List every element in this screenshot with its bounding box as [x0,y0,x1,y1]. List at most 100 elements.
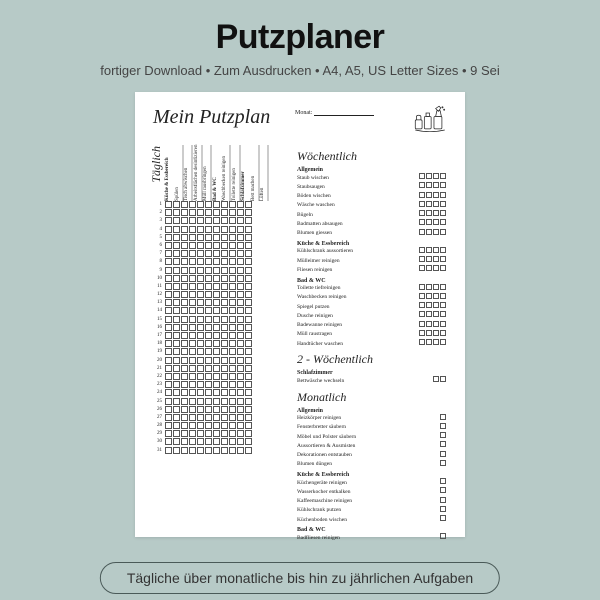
checkbox[interactable] [205,316,212,323]
checkbox[interactable] [181,226,188,233]
checkbox[interactable] [433,210,439,216]
checkbox[interactable] [205,267,212,274]
checkbox[interactable] [245,324,252,331]
checkbox[interactable] [173,275,180,282]
checkbox[interactable] [433,265,439,271]
checkbox[interactable] [419,284,425,290]
checkbox[interactable] [213,226,220,233]
checkbox[interactable] [433,302,439,308]
checkbox[interactable] [165,348,172,355]
checkbox[interactable] [245,201,252,208]
checkbox[interactable] [213,234,220,241]
checkbox[interactable] [221,283,228,290]
checkbox[interactable] [419,330,425,336]
checkbox[interactable] [205,250,212,257]
checkbox[interactable] [197,438,204,445]
checkbox[interactable] [440,219,446,225]
checkbox[interactable] [229,201,236,208]
checkbox[interactable] [229,389,236,396]
checkbox[interactable] [197,365,204,372]
checkbox[interactable] [213,373,220,380]
checkbox[interactable] [440,423,446,429]
checkbox[interactable] [173,357,180,364]
checkbox[interactable] [426,201,432,207]
checkbox[interactable] [229,234,236,241]
checkbox[interactable] [419,201,425,207]
checkbox[interactable] [419,302,425,308]
checkbox[interactable] [245,291,252,298]
checkbox[interactable] [189,430,196,437]
checkbox[interactable] [440,414,446,420]
checkbox[interactable] [237,447,244,454]
checkbox[interactable] [237,348,244,355]
checkbox[interactable] [205,406,212,413]
checkbox[interactable] [419,256,425,262]
checkbox[interactable] [229,357,236,364]
checkbox[interactable] [173,332,180,339]
checkbox[interactable] [229,316,236,323]
checkbox[interactable] [221,389,228,396]
checkbox[interactable] [197,398,204,405]
checkbox[interactable] [245,398,252,405]
checkbox[interactable] [181,307,188,314]
checkbox[interactable] [205,398,212,405]
checkbox[interactable] [181,438,188,445]
checkbox[interactable] [181,447,188,454]
checkbox[interactable] [181,398,188,405]
checkbox[interactable] [419,229,425,235]
checkbox[interactable] [197,275,204,282]
checkbox[interactable] [181,348,188,355]
checkbox[interactable] [433,330,439,336]
checkbox[interactable] [221,234,228,241]
checkbox[interactable] [165,291,172,298]
checkbox[interactable] [440,192,446,198]
checkbox[interactable] [205,365,212,372]
checkbox[interactable] [229,398,236,405]
checkbox[interactable] [426,293,432,299]
checkbox[interactable] [213,316,220,323]
checkbox[interactable] [197,250,204,257]
checkbox[interactable] [440,432,446,438]
checkbox[interactable] [245,430,252,437]
checkbox[interactable] [173,348,180,355]
checkbox[interactable] [221,250,228,257]
checkbox[interactable] [440,293,446,299]
checkbox[interactable] [213,438,220,445]
checkbox[interactable] [205,438,212,445]
checkbox[interactable] [181,316,188,323]
checkbox[interactable] [245,422,252,429]
checkbox[interactable] [221,357,228,364]
checkbox[interactable] [213,299,220,306]
checkbox[interactable] [237,258,244,265]
checkbox[interactable] [165,275,172,282]
checkbox[interactable] [181,234,188,241]
checkbox[interactable] [165,283,172,290]
checkbox[interactable] [245,283,252,290]
checkbox[interactable] [237,283,244,290]
checkbox[interactable] [197,414,204,421]
checkbox[interactable] [181,324,188,331]
checkbox[interactable] [229,291,236,298]
checkbox[interactable] [181,258,188,265]
checkbox[interactable] [165,299,172,306]
checkbox[interactable] [165,234,172,241]
checkbox[interactable] [181,283,188,290]
checkbox[interactable] [433,229,439,235]
checkbox[interactable] [229,242,236,249]
checkbox[interactable] [229,226,236,233]
checkbox[interactable] [426,247,432,253]
checkbox[interactable] [181,414,188,421]
checkbox[interactable] [189,234,196,241]
checkbox[interactable] [440,506,446,512]
checkbox[interactable] [165,389,172,396]
checkbox[interactable] [221,406,228,413]
checkbox[interactable] [173,373,180,380]
checkbox[interactable] [205,217,212,224]
checkbox[interactable] [189,250,196,257]
checkbox[interactable] [205,447,212,454]
checkbox[interactable] [205,389,212,396]
checkbox[interactable] [440,247,446,253]
checkbox[interactable] [197,340,204,347]
checkbox[interactable] [440,478,446,484]
checkbox[interactable] [165,381,172,388]
